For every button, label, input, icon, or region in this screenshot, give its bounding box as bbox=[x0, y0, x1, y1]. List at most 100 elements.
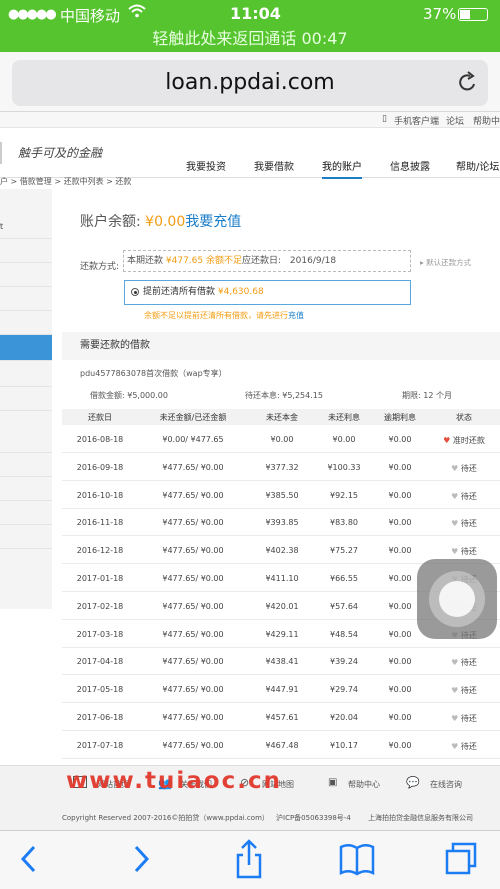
loan-name[interactable]: pdu4577863078首次借款（wap专享） bbox=[80, 368, 227, 379]
reload-icon[interactable] bbox=[458, 71, 478, 99]
battery-icon bbox=[458, 8, 488, 21]
sidebar-item[interactable] bbox=[0, 387, 52, 411]
table-row: 2016-10-18 ¥477.65/ ¥0.00 ¥385.50 ¥92.15 ¥0.… bbox=[62, 482, 500, 509]
clock: 11:04 bbox=[230, 4, 281, 23]
forum-link[interactable]: 论坛 bbox=[446, 114, 464, 127]
bookmarks-icon[interactable] bbox=[338, 839, 376, 889]
sidebar-item[interactable] bbox=[0, 453, 52, 477]
table-cell: 2016-12-18 bbox=[76, 546, 124, 556]
sidebar-item[interactable] bbox=[0, 287, 52, 311]
forward-icon[interactable] bbox=[130, 839, 152, 889]
table-cell: 2017-02-18 bbox=[76, 601, 124, 611]
table-cell: ¥0.00 bbox=[388, 462, 412, 472]
nav-disclosure[interactable]: 信息披露 bbox=[390, 158, 430, 173]
heart-outline-icon: ♥ bbox=[451, 491, 461, 501]
table-cell: ¥420.01 bbox=[265, 601, 299, 611]
return-to-call-bar[interactable]: 轻触此处来返回通话 00:47 bbox=[0, 28, 500, 52]
table-cell: ¥477.65/ ¥0.00 bbox=[162, 740, 224, 750]
help-link[interactable]: 帮助中 bbox=[473, 114, 500, 127]
table-cell: ¥57.64 bbox=[330, 601, 358, 611]
heart-outline-icon: ♥ bbox=[451, 658, 461, 668]
balance-value: ¥0.00 bbox=[145, 214, 186, 230]
sidebar-item-active[interactable] bbox=[0, 335, 52, 361]
heart-outline-icon: ♥ bbox=[451, 686, 461, 696]
footer-help-link[interactable]: 帮助中心 bbox=[348, 779, 380, 790]
sidebar-item[interactable] bbox=[0, 363, 52, 387]
battery-percent: 37% bbox=[423, 5, 457, 23]
browser-toolbar bbox=[0, 830, 500, 889]
insufficient-note: 余额不足 bbox=[205, 256, 242, 266]
assistive-touch-button[interactable] bbox=[417, 559, 497, 639]
nav-help-forum[interactable]: 帮助/论坛 bbox=[456, 158, 499, 173]
sidebar-item[interactable] bbox=[0, 501, 52, 525]
table-cell: 2016-10-18 bbox=[76, 490, 124, 500]
icp-number[interactable]: 沪ICP备05063398号-4 bbox=[276, 813, 351, 823]
top-links-bar: ▯ 手机客户端 论坛 帮助中 bbox=[0, 112, 500, 128]
sidebar-item[interactable] bbox=[0, 239, 52, 263]
site-logo[interactable]: 触手可及的金融 bbox=[0, 142, 110, 164]
web-page: ▯ 手机客户端 论坛 帮助中 触手可及的金融 我要投资 我要借款 我的账户 信息… bbox=[0, 112, 500, 830]
nav-my-account[interactable]: 我的账户 bbox=[322, 158, 362, 179]
period-label: 本期还款 bbox=[127, 256, 164, 266]
table-cell: ¥402.38 bbox=[265, 546, 299, 556]
due-date: 2016/9/18 bbox=[289, 256, 337, 266]
table-cell: ¥438.41 bbox=[265, 657, 299, 667]
table-cell: 2016-11-18 bbox=[76, 518, 124, 528]
prepay-amount: ¥4,630.68 bbox=[217, 287, 264, 297]
table-row: 2017-04-18 ¥477.65/ ¥0.00 ¥438.41 ¥39.24 ¥0.… bbox=[62, 648, 500, 676]
client-link[interactable]: 手机客户端 bbox=[394, 114, 439, 127]
sidebar-item[interactable] bbox=[0, 263, 52, 287]
repay-period-option[interactable]: 本期还款 ¥477.65 余额不足应还款日: 2016/9/18 bbox=[123, 250, 411, 272]
col-amount: 未还金额/已还金额 bbox=[159, 413, 227, 422]
table-cell: ¥66.55 bbox=[330, 574, 358, 583]
sidebar-item[interactable] bbox=[0, 311, 52, 335]
share-icon[interactable] bbox=[234, 839, 264, 889]
table-cell: ¥411.10 bbox=[265, 574, 299, 583]
table-row: 2017-06-18 ¥477.65/ ¥0.00 ¥457.61 ¥20.04 ¥0.… bbox=[62, 704, 500, 731]
table-cell: ¥0.00 bbox=[270, 435, 294, 444]
nav-invest[interactable]: 我要投资 bbox=[186, 158, 226, 173]
recharge-link[interactable]: 我要充值 bbox=[185, 214, 241, 230]
sidebar-item[interactable]: t bbox=[0, 215, 52, 239]
table-cell: ¥10.17 bbox=[330, 740, 358, 750]
table-cell: ¥447.91 bbox=[265, 685, 299, 695]
table-cell: ¥0.00 bbox=[388, 657, 412, 667]
footer-chat-link[interactable]: 在线咨询 bbox=[430, 779, 462, 790]
heart-icon: ♥ bbox=[443, 436, 453, 445]
status-label: 待还 bbox=[460, 547, 477, 557]
table-cell: ¥100.33 bbox=[327, 462, 361, 472]
status-cell: ♥ 待还 bbox=[428, 657, 500, 668]
prepay-all-option[interactable]: 提前还清所有借款 ¥4,630.68 bbox=[124, 280, 411, 305]
prepay-warning: 余额不足以提前还清所有借款，请先进行充值 bbox=[144, 310, 304, 321]
tabs-icon[interactable] bbox=[444, 839, 478, 889]
default-repay-label: 默认还款方式 bbox=[426, 258, 472, 267]
url-field[interactable]: loan.ppdai.com bbox=[12, 60, 488, 106]
site-header: 触手可及的金融 我要投资 我要借款 我的账户 信息披露 帮助/论坛 bbox=[0, 128, 500, 179]
prepay-label: 提前还清所有借款 bbox=[143, 287, 216, 297]
url-text: loan.ppdai.com bbox=[165, 70, 335, 95]
table-cell: ¥0.00 bbox=[388, 713, 412, 722]
table-cell: 2017-07-18 bbox=[76, 740, 124, 750]
browser-address-area: loan.ppdai.com bbox=[0, 52, 500, 112]
due-label: 应还款日: bbox=[242, 256, 282, 266]
sidebar-item[interactable] bbox=[0, 525, 52, 549]
back-icon[interactable] bbox=[18, 839, 40, 889]
heart-outline-icon: ♥ bbox=[451, 741, 461, 751]
table-cell: ¥393.85 bbox=[265, 518, 299, 528]
sidebar-item[interactable] bbox=[0, 477, 52, 501]
balance-label: 账户余额: bbox=[80, 214, 141, 230]
sidebar-item[interactable] bbox=[0, 429, 52, 453]
table-cell: ¥0.00/ ¥477.65 bbox=[162, 435, 224, 444]
radio-icon[interactable] bbox=[131, 288, 139, 296]
warning-recharge-link[interactable]: 充值 bbox=[288, 311, 304, 320]
table-cell: 2017-05-18 bbox=[76, 685, 124, 695]
table-cell: ¥477.65/ ¥0.00 bbox=[162, 574, 224, 583]
table-cell: ¥477.65/ ¥0.00 bbox=[162, 601, 224, 611]
wifi-icon bbox=[128, 4, 146, 22]
table-cell: ¥0.00 bbox=[332, 435, 356, 444]
table-header: 还款日 未还金额/已还金额 未还本金 未还利息 逾期利息 状态 bbox=[62, 409, 500, 425]
col-status: 状态 bbox=[456, 413, 472, 422]
col-overdue: 逾期利息 bbox=[384, 413, 416, 422]
default-repay-link[interactable]: ▸ 默认还款方式 bbox=[420, 257, 471, 268]
nav-borrow[interactable]: 我要借款 bbox=[254, 158, 294, 173]
